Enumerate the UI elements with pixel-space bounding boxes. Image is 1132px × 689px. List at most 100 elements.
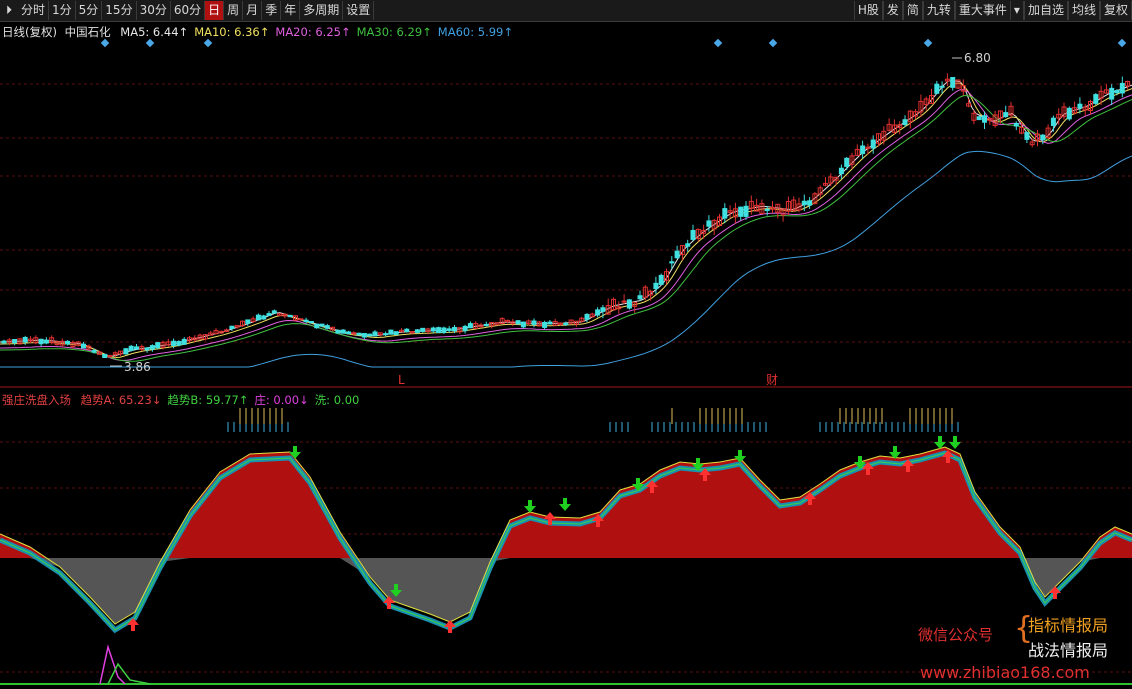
marker-cai: 财 <box>766 373 778 387</box>
candle-body <box>128 345 134 351</box>
period-tab-4[interactable]: 30分 <box>137 1 171 20</box>
toolbar-action-4[interactable]: 重大事件 <box>954 1 1011 20</box>
candle-body <box>372 331 378 337</box>
candle-body <box>134 346 139 350</box>
period-tab-5[interactable]: 60分 <box>171 1 206 20</box>
candle-body <box>91 350 97 353</box>
candle-body <box>266 313 272 317</box>
candle-body <box>324 325 330 329</box>
candle-body <box>838 167 844 175</box>
toolbar-action-1[interactable]: 发 <box>882 1 903 20</box>
candle-body <box>452 327 457 332</box>
candle-body <box>1050 117 1056 126</box>
ma-line-3 <box>0 94 1132 362</box>
period-tab-7[interactable]: 周 <box>224 1 244 20</box>
zhuang-spike <box>99 644 126 685</box>
candle-body <box>404 328 410 332</box>
candle-body <box>722 208 728 219</box>
watermark-name1: 指标情报局 <box>1028 616 1109 635</box>
candle-body <box>870 139 876 149</box>
candle-body <box>441 327 447 333</box>
event-diamond-4 <box>768 38 778 48</box>
candle-body <box>976 116 982 121</box>
candle-body <box>982 115 987 123</box>
event-dropdown-icon[interactable]: ▾ <box>1011 1 1024 20</box>
candle-body <box>12 338 18 344</box>
candle-body <box>261 315 267 320</box>
candle-body <box>171 340 177 346</box>
candle-body <box>176 341 182 346</box>
toolbar-action-7[interactable]: 复权 <box>1099 1 1132 20</box>
candle-body <box>81 343 86 349</box>
candle-body <box>674 250 680 259</box>
toolbar-action-2[interactable]: 简 <box>902 1 923 20</box>
toolbar-action-5[interactable]: 加自选 <box>1023 1 1068 20</box>
period-tab-11[interactable]: 多周期 <box>300 1 344 20</box>
period-tab-10[interactable]: 年 <box>281 1 301 20</box>
toolbar-action-0[interactable]: H股 <box>853 1 883 20</box>
candle-body <box>547 321 553 325</box>
candle-body <box>38 338 44 345</box>
period-tabs: 分时 1分 5分 15分 30分 60分日周月季年多周期 设置 <box>18 1 375 20</box>
candle-body <box>319 323 325 327</box>
candle-body <box>155 342 161 349</box>
candle-body <box>346 331 351 335</box>
candle-body <box>706 220 712 227</box>
candle-body <box>844 157 850 167</box>
candle-body <box>1040 134 1046 141</box>
candle-body <box>335 329 341 334</box>
high-price-label: 6.80 <box>964 51 991 65</box>
candle-body <box>361 333 367 338</box>
candle-body <box>383 333 389 336</box>
candle-body <box>1109 87 1115 100</box>
candle-body <box>1093 94 1099 104</box>
period-tab-2[interactable]: 5分 <box>76 1 103 20</box>
period-tab-6[interactable]: 日 <box>205 1 225 20</box>
candle-body <box>934 83 940 94</box>
candle-body <box>287 314 293 318</box>
period-tab-3[interactable]: 15分 <box>102 1 137 20</box>
candle-body <box>271 310 277 314</box>
candle-body <box>584 313 590 320</box>
candle-body <box>65 340 71 345</box>
toolbar-action-3[interactable]: 九转 <box>922 1 955 20</box>
signal-ticks <box>227 408 959 432</box>
event-diamond-6 <box>1117 38 1127 48</box>
candle-body <box>22 337 28 343</box>
candle-body <box>1114 90 1120 94</box>
candle-body <box>314 323 320 329</box>
candle-body <box>738 206 744 217</box>
toolbar-action-6[interactable]: 均线 <box>1067 1 1100 20</box>
candle-body <box>123 348 129 355</box>
left-bar-icon[interactable]: ⏵ <box>0 3 18 18</box>
period-tab-9[interactable]: 季 <box>262 1 282 20</box>
candle-body <box>600 307 606 312</box>
watermark-wechat: 微信公众号 <box>918 626 994 644</box>
ma-line-4 <box>0 150 1132 368</box>
candle-body <box>414 329 420 333</box>
candle-body <box>367 333 373 337</box>
candle-body <box>420 327 426 332</box>
period-tab-8[interactable]: 月 <box>243 1 263 20</box>
candle-body <box>255 314 261 321</box>
candle-body <box>764 208 770 212</box>
candle-body <box>430 327 436 332</box>
candle-body <box>393 331 399 335</box>
candlesticks <box>1 73 1131 358</box>
candle-body <box>807 200 813 206</box>
candle-body <box>340 329 346 334</box>
period-tab-12[interactable]: 设置 <box>343 1 375 20</box>
chart-area[interactable]: 6.80 3.86 L 财 <box>0 22 1132 689</box>
candle-body <box>149 345 155 350</box>
candle-body <box>181 338 187 345</box>
candle-body <box>1024 132 1030 140</box>
period-tab-1[interactable]: 1分 <box>49 1 76 20</box>
period-tab-0[interactable]: 分时 <box>18 1 50 20</box>
candle-body <box>531 320 537 325</box>
candle-body <box>388 329 394 335</box>
candle-body <box>950 76 956 88</box>
toolbar-right-actions: H股发简九转 重大事件 ▾ 加自选 均线 复权 <box>853 0 1132 21</box>
event-diamond-2 <box>203 38 213 48</box>
candle-body <box>653 282 659 290</box>
sell-arrow-icon-10 <box>949 436 961 449</box>
